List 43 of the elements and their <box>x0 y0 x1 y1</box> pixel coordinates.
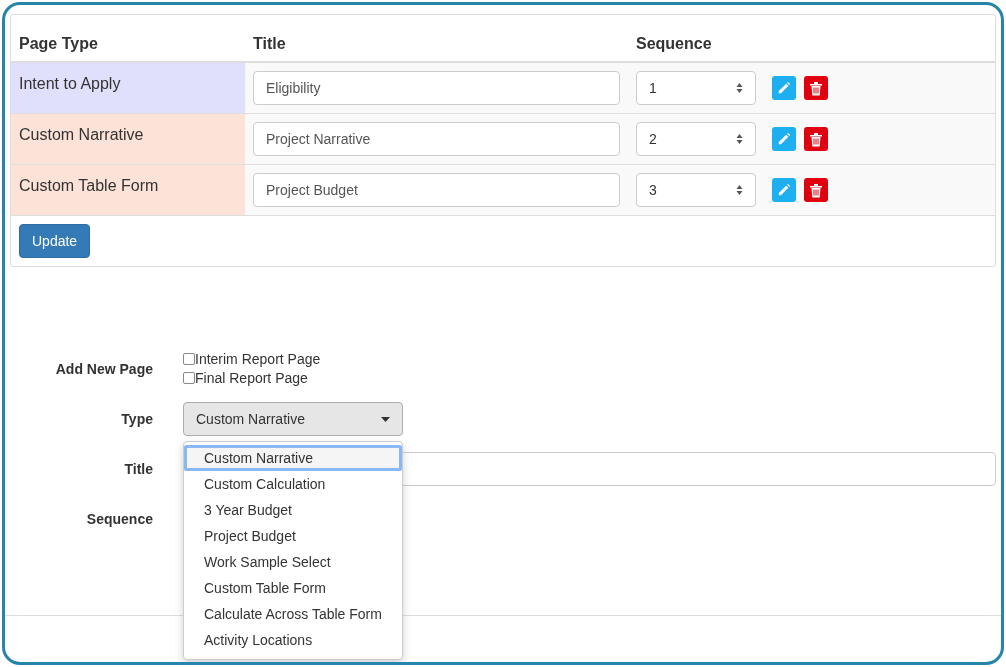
sequence-select[interactable]: 2 <box>636 122 756 156</box>
page-type-cell: Custom Table Form <box>11 165 245 216</box>
field-label: Sequence <box>85 511 153 527</box>
pencil-icon <box>777 81 791 95</box>
spinner-arrows-icon <box>736 133 743 145</box>
page-type-cell: Custom Narrative <box>11 114 245 165</box>
field-label: Add New Page <box>54 360 153 377</box>
checkbox[interactable] <box>183 353 195 365</box>
dropdown-option[interactable]: Project Budget <box>184 523 402 549</box>
dropdown-option[interactable]: Custom Narrative <box>184 445 402 471</box>
checkbox-label: Interim Report Page <box>195 351 321 367</box>
dropdown-option[interactable]: Custom Calculation <box>184 471 402 497</box>
dropdown-option[interactable]: Calculate Across Table Form <box>184 601 402 627</box>
dropdown-option[interactable]: 3 Year Budget <box>184 497 402 523</box>
title-input[interactable]: Project Narrative <box>253 122 620 156</box>
dropdown-option[interactable]: Work Sample Select <box>184 549 402 575</box>
pencil-icon <box>777 183 791 197</box>
edit-button[interactable] <box>772 76 796 100</box>
type-dropdown[interactable]: Custom Narrative <box>183 402 403 436</box>
trash-icon <box>809 182 823 198</box>
field-label: Title <box>123 461 153 477</box>
spinner-arrows-icon <box>736 184 743 196</box>
delete-button[interactable] <box>804 178 828 202</box>
checkbox-label: Final Report Page <box>195 370 308 386</box>
spinner-arrows-icon <box>736 82 743 94</box>
sequence-select[interactable]: 3 <box>636 173 756 207</box>
dropdown-option[interactable]: Activity Locations <box>184 627 402 653</box>
trash-icon <box>809 80 823 96</box>
dropdown-option[interactable]: Custom Table Form <box>184 575 402 601</box>
delete-button[interactable] <box>804 76 828 100</box>
delete-button[interactable] <box>804 127 828 151</box>
update-button[interactable]: Update <box>19 224 91 258</box>
sequence-select[interactable]: 1 <box>636 71 756 105</box>
caret-icon <box>381 416 390 422</box>
title-input[interactable]: Eligibility <box>253 71 620 105</box>
title-input[interactable]: Project Budget <box>253 173 620 207</box>
field-label: Type <box>120 411 153 427</box>
edit-button[interactable] <box>772 127 796 151</box>
trash-icon <box>809 131 823 147</box>
checkbox[interactable] <box>183 372 195 384</box>
page-type-cell: Intent to Apply <box>11 63 245 114</box>
edit-button[interactable] <box>772 178 796 202</box>
pencil-icon <box>777 132 791 146</box>
